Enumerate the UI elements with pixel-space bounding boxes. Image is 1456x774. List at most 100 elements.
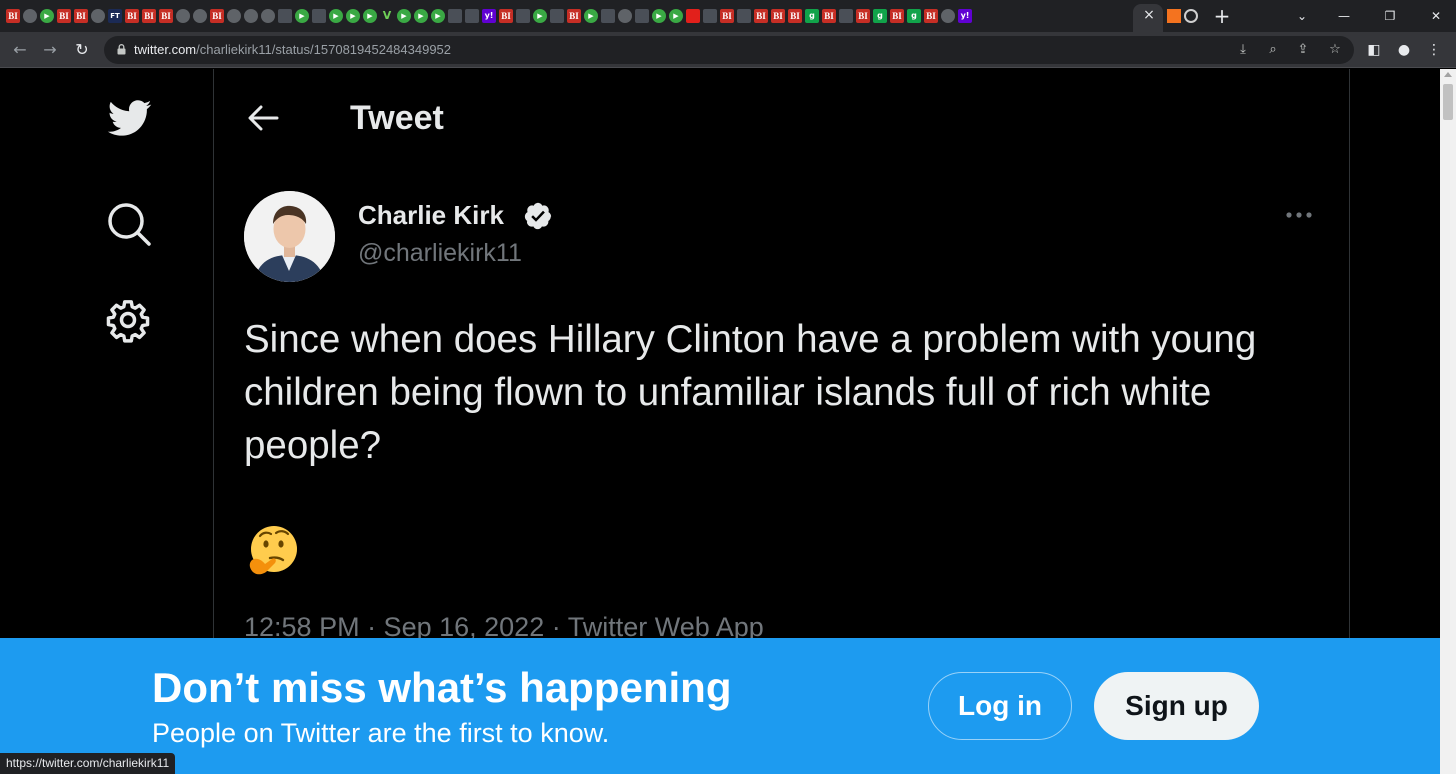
tab-favicon-dark-icon[interactable] (737, 9, 751, 23)
tab-favicon-dark-icon[interactable] (635, 9, 649, 23)
tab-favicon-play-icon[interactable] (397, 9, 411, 23)
share-icon[interactable]: ⇪ (1294, 42, 1312, 58)
browser-tab-strip: BIBIBIFTBIBIBIBIVy!BIBIBIBIBIBIgBIBIgBIg… (0, 0, 1456, 32)
tab-favicon-dark-icon[interactable] (312, 9, 326, 23)
tab-favicon-dark-icon[interactable] (601, 9, 615, 23)
tab-favicon-bi-icon[interactable]: BI (74, 9, 88, 23)
banner-subtitle: People on Twitter are the first to know. (152, 718, 610, 748)
zoom-icon[interactable]: ⌕ (1264, 42, 1282, 58)
tab-favicon-bi-icon[interactable]: BI (822, 9, 836, 23)
tab-favicon-bi-icon[interactable]: BI (567, 9, 581, 23)
close-tab-icon[interactable]: × (1141, 7, 1157, 23)
forward-nav-icon[interactable]: → (38, 38, 62, 62)
search-icon[interactable] (105, 200, 153, 248)
tab-favicon-bi-icon[interactable]: BI (142, 9, 156, 23)
restore-icon[interactable]: ❐ (1378, 6, 1402, 26)
tab-favicon-dark-icon[interactable] (839, 9, 853, 23)
reload-icon[interactable]: ↻ (70, 38, 94, 62)
avatar[interactable] (244, 191, 335, 282)
bookmark-star-icon[interactable]: ☆ (1326, 42, 1344, 58)
tab-favicon-vee-icon[interactable]: V (380, 9, 394, 23)
tab-favicon-globe-icon[interactable] (941, 9, 955, 23)
tab-favicon-bi-icon[interactable]: BI (771, 9, 785, 23)
tab-favicon-bi-icon[interactable]: BI (210, 9, 224, 23)
tab-favicon-globe-icon[interactable] (244, 9, 258, 23)
tab-favicon-bi-icon[interactable]: BI (6, 9, 20, 23)
status-bar-url: https://twitter.com/charliekirk11 (0, 753, 176, 774)
author-name[interactable]: Charlie Kirk (358, 199, 504, 231)
tab-favicon-globe-icon[interactable] (618, 9, 632, 23)
close-window-icon[interactable]: ✕ (1424, 6, 1448, 26)
tab-favicon-bi-icon[interactable]: BI (125, 9, 139, 23)
new-tab-button[interactable]: + (1212, 5, 1232, 27)
tab-favicon-globe-icon[interactable] (193, 9, 207, 23)
tweet-text: Since when does Hillary Clinton have a p… (244, 318, 1257, 467)
tab-favicon-globe-icon[interactable] (227, 9, 241, 23)
tab-favicon-bi-icon[interactable]: BI (754, 9, 768, 23)
tab-favicon-play-icon[interactable] (652, 9, 666, 23)
tab-favicon-play-icon[interactable] (346, 9, 360, 23)
url-text[interactable]: twitter.com/charliekirk11/status/1570819… (134, 36, 451, 64)
gear-icon[interactable] (105, 297, 151, 343)
tab-favicon-dark-icon[interactable] (516, 9, 530, 23)
tab-favicon-dark-icon[interactable] (550, 9, 564, 23)
tab-favicon-red-icon[interactable] (686, 9, 700, 23)
scrollbar-thumb[interactable] (1443, 84, 1453, 120)
tab-favicon-globe-icon[interactable] (91, 9, 105, 23)
tab-favicon-play-icon[interactable] (584, 9, 598, 23)
tab-favicon-play-icon[interactable] (295, 9, 309, 23)
tab-favicon-dark-icon[interactable] (448, 9, 462, 23)
minimize-icon[interactable]: — (1332, 6, 1356, 26)
profile-icon[interactable]: ● (1394, 40, 1414, 60)
tab-favicon-play-icon[interactable] (533, 9, 547, 23)
side-panel-icon[interactable]: ◧ (1364, 40, 1384, 60)
tab-favicon-green-icon[interactable]: g (805, 9, 819, 23)
install-app-icon[interactable]: ⤓ (1234, 42, 1252, 58)
tab-favicon-globe-icon[interactable] (261, 9, 275, 23)
tab-favicon-bi-icon[interactable]: BI (57, 9, 71, 23)
page-title: Tweet (350, 99, 444, 137)
url-host: twitter.com (134, 42, 197, 57)
thinking-face-emoji-icon (249, 526, 297, 575)
verified-badge-icon (524, 202, 552, 230)
tab-favicon-bi-icon[interactable]: BI (856, 9, 870, 23)
address-bar[interactable]: twitter.com/charliekirk11/status/1570819… (104, 36, 1354, 64)
wreath-favicon-icon[interactable] (1184, 9, 1198, 23)
tab-favicon-play-icon[interactable] (329, 9, 343, 23)
twitter-bird-icon[interactable] (102, 95, 156, 141)
tab-favicon-bi-icon[interactable]: BI (720, 9, 734, 23)
tab-favicon-green-icon[interactable]: g (873, 9, 887, 23)
author-handle[interactable]: @charliekirk11 (358, 237, 522, 269)
tab-favicon-bi-icon[interactable]: BI (159, 9, 173, 23)
tab-favicon-play-icon[interactable] (431, 9, 445, 23)
tab-favicon-play-icon[interactable] (669, 9, 683, 23)
signup-button[interactable]: Sign up (1094, 672, 1259, 740)
more-options-icon[interactable] (1282, 205, 1316, 225)
tab-favicon-dark-icon[interactable] (703, 9, 717, 23)
avatar-photo-icon (244, 191, 335, 282)
tab-favicon-bi-icon[interactable]: BI (924, 9, 938, 23)
tab-favicon-play-icon[interactable] (363, 9, 377, 23)
tab-favicon-green-icon[interactable]: g (907, 9, 921, 23)
browser-menu-icon[interactable]: ⋮ (1424, 40, 1444, 60)
tab-favicon-globe-icon[interactable] (176, 9, 190, 23)
tab-favicon-yahoo-icon[interactable]: y! (482, 9, 496, 23)
tab-favicon-dark-icon[interactable] (278, 9, 292, 23)
tab-favicon-globe-icon[interactable] (23, 9, 37, 23)
scrollbar[interactable] (1440, 69, 1456, 774)
login-button[interactable]: Log in (928, 672, 1072, 740)
lock-icon (117, 44, 126, 55)
back-arrow-icon[interactable] (247, 104, 279, 132)
tab-favicon-bi-icon[interactable]: BI (788, 9, 802, 23)
tab-favicon-play-icon[interactable] (414, 9, 428, 23)
tab-favicon-dark-icon[interactable] (465, 9, 479, 23)
tab-favicon-play-icon[interactable] (40, 9, 54, 23)
back-nav-icon[interactable]: ← (8, 38, 32, 62)
scroll-up-arrow-icon[interactable] (1444, 72, 1452, 77)
tab-favicon-ft-icon[interactable]: FT (108, 9, 122, 23)
tab-favicon-yahoo-icon[interactable]: y! (958, 9, 972, 23)
bookmark-favicon-icon[interactable] (1167, 9, 1181, 23)
tab-favicon-bi-icon[interactable]: BI (890, 9, 904, 23)
tab-favicon-bi-icon[interactable]: BI (499, 9, 513, 23)
tab-search-icon[interactable]: ⌄ (1290, 6, 1314, 26)
